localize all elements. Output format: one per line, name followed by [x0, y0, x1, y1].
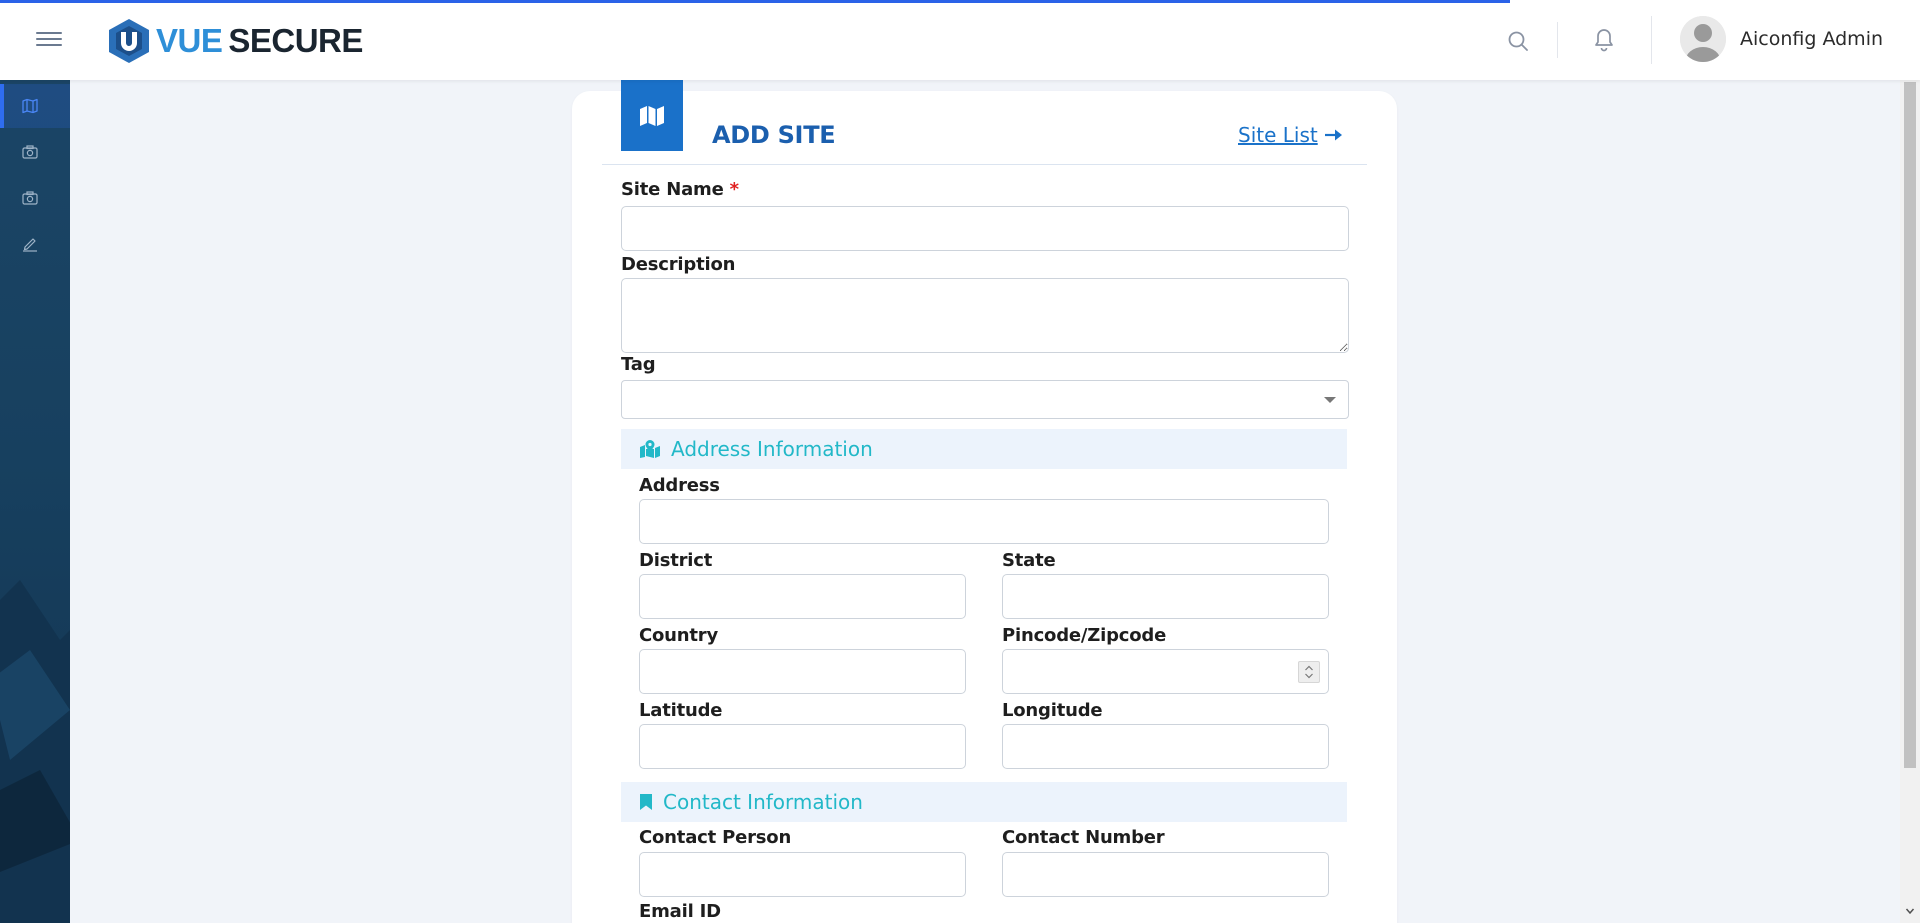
map-icon	[640, 105, 664, 126]
header-divider	[1651, 16, 1652, 64]
contact-person-input[interactable]	[639, 852, 966, 897]
page-scrollbar[interactable]	[1900, 80, 1920, 923]
contact-section-header: Contact Information	[621, 782, 1347, 822]
number-stepper[interactable]	[1298, 661, 1320, 683]
contact-number-label: Contact Number	[1002, 827, 1165, 848]
district-input[interactable]	[639, 574, 966, 619]
contact-section-title: Contact Information	[663, 790, 863, 814]
tag-select[interactable]	[621, 380, 1349, 419]
brand-name-left: VUE	[156, 22, 223, 59]
hamburger-icon[interactable]	[36, 28, 66, 52]
country-label: Country	[639, 625, 719, 646]
longitude-label: Longitude	[1002, 700, 1103, 721]
tag-label: Tag	[621, 354, 656, 375]
page-loading-bar	[0, 0, 1510, 3]
address-section-header: Address Information	[621, 429, 1347, 469]
district-label: District	[639, 550, 713, 571]
sidebar-item-devices[interactable]	[0, 176, 70, 220]
map-icon	[22, 98, 38, 114]
latitude-label: Latitude	[639, 700, 723, 721]
chevron-down-icon	[1324, 397, 1336, 403]
search-icon[interactable]	[1506, 29, 1530, 53]
site-list-link[interactable]: Site List	[1238, 123, 1344, 147]
country-input[interactable]	[639, 649, 966, 694]
address-section-title: Address Information	[671, 437, 873, 461]
user-avatar-icon	[1680, 16, 1726, 62]
camera-icon	[22, 145, 38, 159]
site-list-link-label: Site List	[1238, 123, 1318, 147]
sidebar-background-image	[0, 580, 70, 923]
camera-icon	[22, 191, 38, 205]
brand-name: VUE SECURE	[156, 22, 363, 60]
shield-logo-icon	[109, 19, 149, 63]
user-menu[interactable]: Aiconfig Admin	[1680, 16, 1883, 62]
description-label: Description	[621, 254, 736, 275]
longitude-input[interactable]	[1002, 724, 1329, 769]
sidebar-item-edit[interactable]	[0, 222, 70, 266]
state-input[interactable]	[1002, 574, 1329, 619]
scrollbar-thumb[interactable]	[1904, 82, 1916, 768]
pincode-label: Pincode/Zipcode	[1002, 625, 1167, 646]
pincode-input[interactable]	[1002, 649, 1329, 694]
sidebar-item-cameras[interactable]	[0, 130, 70, 174]
header-divider	[1557, 22, 1558, 58]
page-title: ADD SITE	[712, 121, 836, 149]
contact-number-input[interactable]	[1002, 852, 1329, 897]
edit-icon	[23, 238, 37, 252]
user-name: Aiconfig Admin	[1740, 28, 1884, 50]
latitude-input[interactable]	[639, 724, 966, 769]
chevron-down-icon[interactable]	[1905, 906, 1915, 916]
required-mark: *	[729, 179, 739, 200]
site-name-label: Site Name *	[621, 179, 739, 200]
description-textarea[interactable]	[621, 278, 1349, 353]
app-logo[interactable]: VUE SECURE	[108, 17, 363, 65]
state-label: State	[1002, 550, 1056, 571]
email-label: Email ID	[639, 901, 721, 922]
address-label: Address	[639, 475, 720, 496]
add-site-card: ADD SITE Site List Site Name * Descripti…	[572, 80, 1397, 923]
top-bar: VUE SECURE Aiconfig Admin	[0, 0, 1920, 80]
arrow-right-icon	[1324, 129, 1342, 141]
chevron-up-down-icon	[1305, 665, 1313, 679]
address-input[interactable]	[639, 499, 1329, 544]
card-divider	[602, 164, 1367, 165]
site-name-label-text: Site Name	[621, 179, 724, 200]
site-name-input[interactable]	[621, 206, 1349, 251]
sidebar	[0, 80, 70, 923]
contact-person-label: Contact Person	[639, 827, 792, 848]
bell-icon[interactable]	[1592, 27, 1616, 53]
map-marked-icon	[640, 440, 660, 458]
sidebar-item-sites[interactable]	[0, 84, 70, 128]
bookmark-icon	[640, 794, 652, 810]
card-header-badge	[621, 80, 683, 151]
brand-name-right: SECURE	[228, 22, 363, 59]
